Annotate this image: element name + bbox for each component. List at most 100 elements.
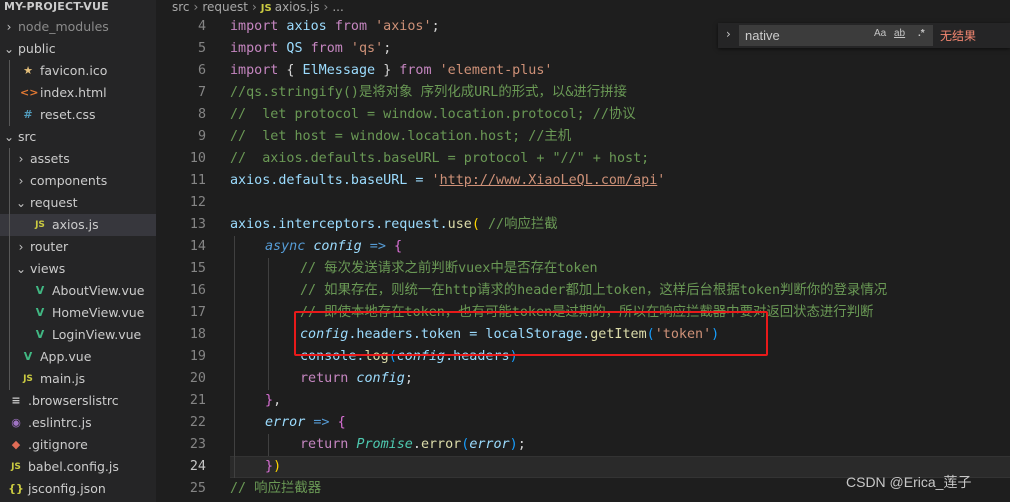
line-number-text: 7 — [197, 85, 206, 100]
breadcrumb-separator-icon: › — [193, 0, 199, 14]
find-widget: › native Aa ab .* 无结果 — [718, 23, 1010, 48]
chevron-down-icon: ⌄ — [16, 262, 27, 276]
tree-folder[interactable]: ⌄ views — [0, 258, 156, 280]
chevron-down-icon: ⌄ — [4, 42, 15, 56]
line-number-text: 20 — [189, 371, 206, 386]
toggle-replace-chevron-icon[interactable]: › — [726, 27, 731, 41]
indent-guide — [268, 434, 269, 456]
tree-item-label: .eslintrc.js — [28, 415, 92, 430]
tree-item-label: App.vue — [40, 349, 92, 364]
chevron-right-icon: › — [18, 174, 24, 188]
explorer-title: MY-PROJECT-VUE — [4, 0, 109, 13]
line-number-text: 19 — [189, 349, 206, 364]
tree-item-label: axios.js — [52, 217, 99, 232]
tree-item-label: node_modules — [18, 19, 109, 34]
indent-guide — [234, 236, 235, 478]
tree-item-label: components — [30, 173, 108, 188]
eslint-file-icon: ◉ — [11, 416, 21, 429]
breadcrumb-segment[interactable]: request — [202, 0, 248, 14]
tree-file[interactable]: JS axios.js — [0, 214, 156, 236]
line-number-text: 9 — [197, 129, 206, 144]
js-file-icon: JS — [35, 220, 45, 230]
tree-item-label: reset.css — [40, 107, 96, 122]
tree-folder[interactable]: › components — [0, 170, 156, 192]
match-case-icon[interactable]: Aa — [874, 28, 886, 39]
line-number-text: 12 — [189, 195, 206, 210]
tree-item-label: LoginView.vue — [52, 327, 142, 342]
line-number-text: 21 — [189, 393, 206, 408]
tree-file[interactable]: JS babel.config.js — [0, 456, 156, 478]
breadcrumb-segment[interactable]: axios.js — [275, 0, 320, 14]
git-file-icon: ◆ — [11, 438, 21, 451]
vue-file-icon: V — [23, 350, 33, 363]
chevron-right-icon: › — [18, 152, 24, 166]
line-number-text: 22 — [189, 415, 206, 430]
tree-file[interactable]: ◉ .eslintrc.js — [0, 412, 156, 434]
tree-folder[interactable]: › assets — [0, 148, 156, 170]
tree-item-label: src — [18, 129, 37, 144]
line-number-text: 6 — [197, 63, 206, 78]
breadcrumb: src › request › JS axios.js ›... — [156, 0, 344, 17]
line-number-text: 11 — [189, 173, 206, 188]
tree-item-label: HomeView.vue — [52, 305, 145, 320]
annotation-highlight-box — [294, 311, 768, 356]
chevron-right-icon: › — [18, 240, 24, 254]
line-number-text: 8 — [197, 107, 206, 122]
watermark: CSDN @Erica_莲子 — [846, 474, 972, 490]
tree-indent-guide — [9, 148, 10, 390]
tree-file[interactable]: {} jsconfig.json — [0, 478, 156, 500]
tree-file[interactable]: V App.vue — [0, 346, 156, 368]
line-number-text: 10 — [189, 151, 206, 166]
tree-item-label: router — [30, 239, 69, 254]
url-link: http://www.XiaoLeQL.com/api — [439, 173, 658, 188]
tree-item-label: AboutView.vue — [52, 283, 145, 298]
tree-file[interactable]: ≡ .browserslistrc — [0, 390, 156, 412]
breadcrumb-separator-icon: › — [251, 0, 257, 14]
js-file-icon: JS — [260, 3, 272, 14]
json-file-icon: {} — [8, 482, 24, 495]
tree-item-label: assets — [30, 151, 70, 166]
line-number-text: 15 — [189, 261, 206, 276]
tree-folder[interactable]: › router — [0, 236, 156, 258]
line-number-text: 18 — [189, 327, 206, 342]
tree-file[interactable]: V LoginView.vue — [0, 324, 156, 346]
line-number-text: 14 — [189, 239, 206, 254]
tree-file[interactable]: ◆ .gitignore — [0, 434, 156, 456]
tree-file[interactable]: V AboutView.vue — [0, 280, 156, 302]
tree-item-label: index.html — [40, 85, 107, 100]
explorer-sidebar: MY-PROJECT-VUE › node_modules ⌄ public ★ favi… — [0, 0, 156, 502]
vue-file-icon: V — [35, 306, 45, 319]
tree-file[interactable]: # reset.css — [0, 104, 156, 126]
tree-folder[interactable]: › node_modules — [0, 16, 156, 38]
tree-folder[interactable]: ⌄ src — [0, 126, 156, 148]
regex-icon[interactable]: .* — [918, 28, 925, 39]
chevron-right-icon: › — [6, 20, 12, 34]
config-file-icon: ≡ — [11, 394, 21, 407]
js-file-icon: JS — [11, 462, 21, 472]
tree-item-label: .gitignore — [28, 437, 88, 452]
line-number-text: 24 — [189, 459, 206, 474]
breadcrumb-segment[interactable]: ... — [332, 0, 343, 14]
line-number-text: 23 — [189, 437, 206, 452]
editor-pane[interactable]: src › request › JS axios.js ›... 4 5 6 7 8 9 10 11 12 1… — [156, 0, 1010, 502]
tree-file[interactable]: V HomeView.vue — [0, 302, 156, 324]
tree-folder[interactable]: ⌄ request — [0, 192, 156, 214]
tree-item-label: views — [30, 261, 66, 276]
tree-item-label: .browserslistrc — [28, 393, 119, 408]
line-number-text: 4 — [197, 19, 206, 34]
js-file-icon: JS — [23, 374, 33, 384]
tree-folder[interactable]: ⌄ public — [0, 38, 156, 60]
indent-guide — [268, 258, 269, 390]
line-number-text: 25 — [189, 481, 206, 496]
tree-file[interactable]: JS main.js — [0, 368, 156, 390]
line-number-text: 17 — [189, 305, 206, 320]
whole-word-icon[interactable]: ab — [894, 28, 905, 39]
breadcrumb-segment[interactable]: src — [172, 0, 190, 14]
tree-file[interactable]: <> index.html — [0, 82, 156, 104]
tree-item-label: main.js — [40, 371, 86, 386]
tree-item-label: favicon.ico — [40, 63, 108, 78]
css-file-icon: # — [23, 108, 33, 121]
html-file-icon: <> — [20, 86, 39, 99]
chevron-down-icon: ⌄ — [16, 196, 27, 210]
tree-file[interactable]: ★ favicon.ico — [0, 60, 156, 82]
